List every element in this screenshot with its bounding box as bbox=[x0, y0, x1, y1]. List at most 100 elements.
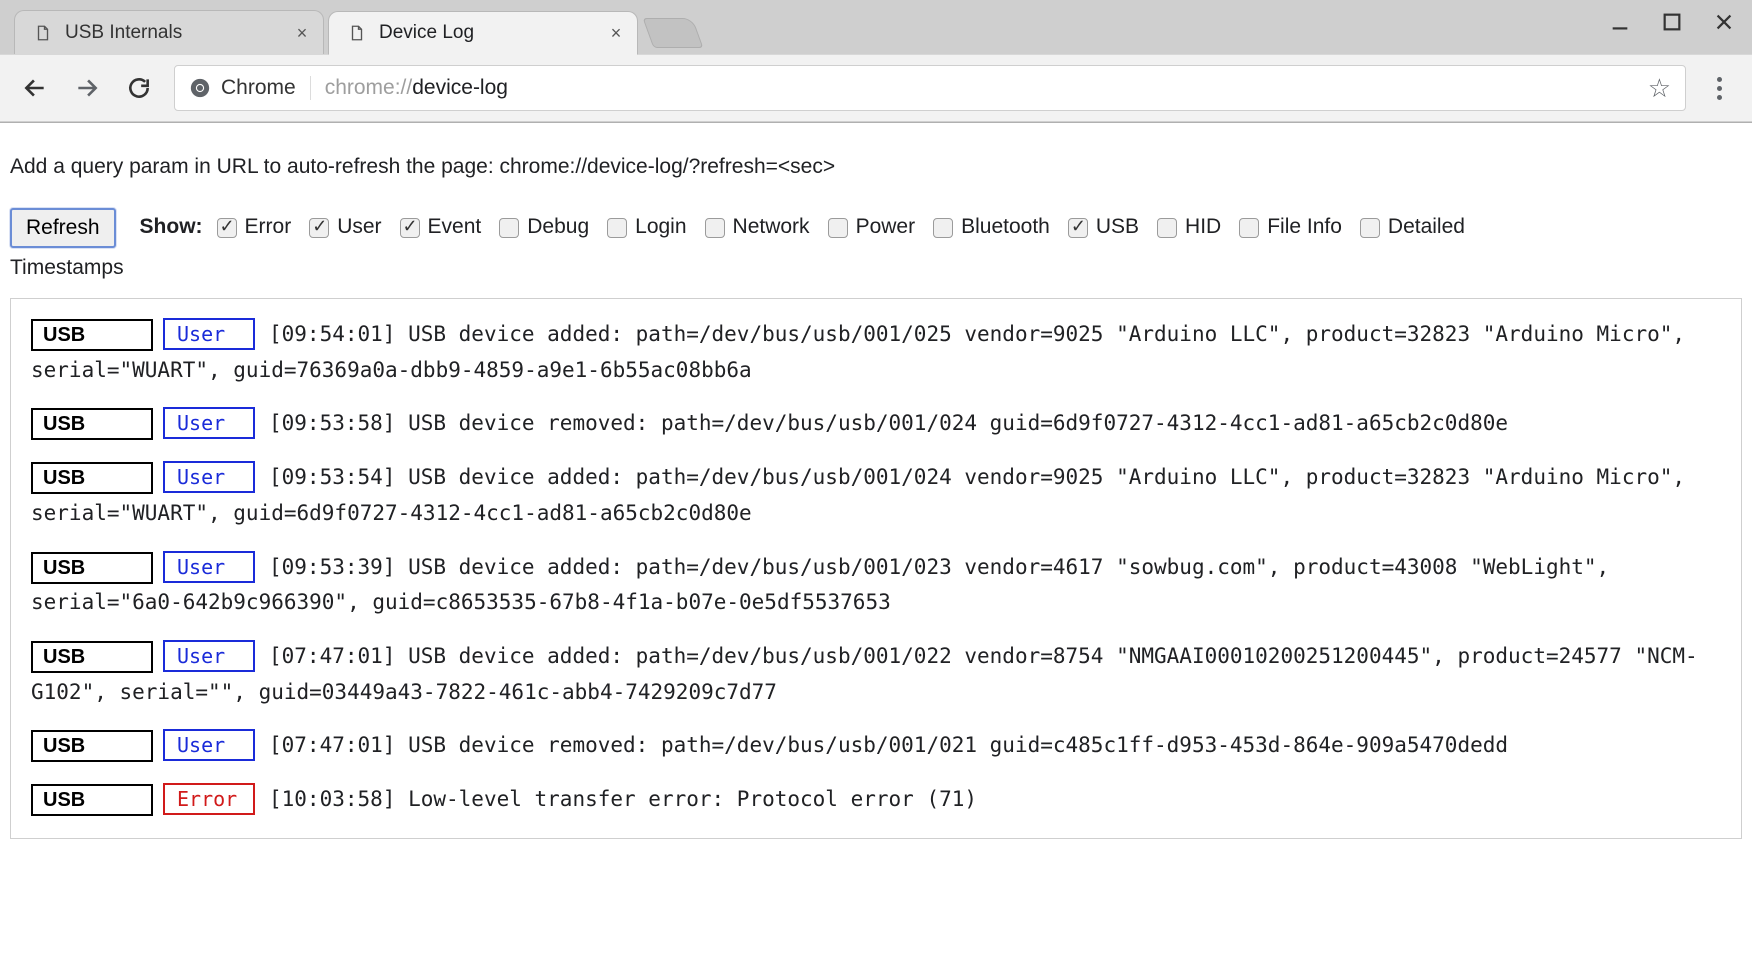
log-entry: USBUser[09:54:01] USB device added: path… bbox=[31, 317, 1721, 388]
chrome-icon bbox=[189, 77, 211, 99]
window-close-icon[interactable] bbox=[1710, 8, 1738, 36]
filter-label: USB bbox=[1096, 211, 1139, 244]
log-timestamp: [09:54:01] bbox=[269, 322, 395, 346]
filter-user[interactable]: User bbox=[309, 211, 381, 244]
log-type-badge: USB bbox=[31, 319, 153, 351]
filter-checkbox-login[interactable] bbox=[607, 218, 627, 238]
filter-login[interactable]: Login bbox=[607, 211, 686, 244]
log-type-badge: USB bbox=[31, 730, 153, 762]
filter-label: Event bbox=[428, 211, 482, 244]
refresh-button[interactable]: Refresh bbox=[10, 208, 116, 248]
new-tab-button[interactable] bbox=[643, 18, 704, 48]
filter-checkbox-fileinfo[interactable] bbox=[1239, 218, 1259, 238]
tab-close-icon[interactable]: × bbox=[293, 24, 311, 42]
filter-checkbox-hid[interactable] bbox=[1157, 218, 1177, 238]
filter-checkbox-user[interactable] bbox=[309, 218, 329, 238]
filter-label: Power bbox=[856, 211, 916, 244]
nav-forward-button[interactable] bbox=[70, 71, 104, 105]
filter-label: Network bbox=[733, 211, 810, 244]
log-timestamp: [09:53:39] bbox=[269, 555, 395, 579]
controls-row: Refresh Show: Error User Event Debug Login Ne… bbox=[10, 208, 1742, 248]
log-level-badge: User bbox=[163, 640, 255, 672]
tabstrip: USB Internals × Device Log × bbox=[0, 0, 1752, 54]
tab-close-icon[interactable]: × bbox=[607, 24, 625, 42]
log-entry: USB User [09:53:39] USB device added: path… bbox=[31, 550, 1721, 621]
browser-chrome: USB Internals×Device Log× C bbox=[0, 0, 1752, 123]
log-type-badge: USB bbox=[31, 462, 153, 494]
show-label: Show: bbox=[140, 211, 203, 244]
url-text: chrome://device-log bbox=[325, 76, 508, 100]
overflow-menu-button[interactable] bbox=[1704, 65, 1734, 111]
filter-label: Debug bbox=[527, 211, 589, 244]
log-level-badge: Error bbox=[163, 783, 255, 815]
log-entry: USBUser[09:53:54] USB device added: path… bbox=[31, 460, 1721, 531]
log-entries: USB User [09:54:01] USB device added: path… bbox=[10, 298, 1742, 839]
filter-checkbox-detailed[interactable] bbox=[1360, 218, 1380, 238]
filter-label: Login bbox=[635, 211, 686, 244]
filter-checkbox-power[interactable] bbox=[828, 218, 848, 238]
log-timestamp: [10:03:58] bbox=[269, 787, 395, 811]
filter-checkbox-error[interactable] bbox=[217, 218, 237, 238]
log-message: USB device removed: path=/dev/bus/usb/00… bbox=[395, 733, 1508, 757]
page-favicon-icon bbox=[33, 23, 53, 43]
log-entry: USB Error [10:03:58] Low-level transfer er… bbox=[31, 782, 1721, 818]
bookmark-star-icon[interactable]: ☆ bbox=[1648, 75, 1671, 101]
filter-detailed[interactable]: Detailed bbox=[1360, 211, 1465, 244]
filter-usb[interactable]: USB bbox=[1068, 211, 1139, 244]
window-minimize-icon[interactable] bbox=[1606, 8, 1634, 36]
toolbar: Chrome chrome://device-log ☆ bbox=[0, 54, 1752, 122]
filter-label: User bbox=[337, 211, 381, 244]
log-type-badge: USB bbox=[31, 408, 153, 440]
url-origin-label: Chrome bbox=[221, 76, 296, 100]
filter-debug[interactable]: Debug bbox=[499, 211, 589, 244]
log-timestamp: [07:47:01] bbox=[269, 733, 395, 757]
log-message: USB device removed: path=/dev/bus/usb/00… bbox=[395, 411, 1508, 435]
tab-usb-internals[interactable]: USB Internals × bbox=[14, 10, 324, 54]
filter-label: HID bbox=[1185, 211, 1221, 244]
filter-error[interactable]: Error bbox=[217, 211, 292, 244]
filter-power[interactable]: Power bbox=[828, 211, 916, 244]
window-controls bbox=[1606, 8, 1738, 36]
page-favicon-icon bbox=[347, 23, 367, 43]
log-type-badge: USB bbox=[31, 552, 153, 584]
log-timestamp: [07:47:01] bbox=[269, 644, 395, 668]
filter-fileinfo[interactable]: File Info bbox=[1239, 211, 1342, 244]
filter-checkbox-bluetooth[interactable] bbox=[933, 218, 953, 238]
filter-label: Bluetooth bbox=[961, 211, 1050, 244]
filter-label: File Info bbox=[1267, 211, 1342, 244]
log-type-badge: USB bbox=[31, 641, 153, 673]
window-maximize-icon[interactable] bbox=[1658, 8, 1686, 36]
tab-device-log[interactable]: Device Log × bbox=[328, 11, 638, 55]
filter-bluetooth[interactable]: Bluetooth bbox=[933, 211, 1050, 244]
filter-hid[interactable]: HID bbox=[1157, 211, 1221, 244]
log-timestamp: [09:53:58] bbox=[269, 411, 395, 435]
filter-event[interactable]: Event bbox=[400, 211, 482, 244]
detailed-timestamps-label: Timestamps bbox=[10, 252, 1742, 285]
log-timestamp: [09:53:54] bbox=[269, 465, 395, 489]
tab-title: USB Internals bbox=[65, 22, 283, 44]
page-content: Add a query param in URL to auto-refresh… bbox=[0, 123, 1752, 863]
filter-checkbox-network[interactable] bbox=[705, 218, 725, 238]
filter-network[interactable]: Network bbox=[705, 211, 810, 244]
log-level-badge: User bbox=[163, 729, 255, 761]
nav-reload-button[interactable] bbox=[122, 71, 156, 105]
filter-checkbox-debug[interactable] bbox=[499, 218, 519, 238]
log-entry: USB User [07:47:01] USB device removed: pa… bbox=[31, 728, 1721, 764]
log-level-badge: User bbox=[163, 551, 255, 583]
log-level-badge: User bbox=[163, 318, 255, 350]
log-level-badge: User bbox=[163, 407, 255, 439]
nav-back-button[interactable] bbox=[18, 71, 52, 105]
omnibox[interactable]: Chrome chrome://device-log ☆ bbox=[174, 65, 1686, 111]
tab-title: Device Log bbox=[379, 22, 597, 44]
log-type-badge: USB bbox=[31, 784, 153, 816]
log-entry: USBUser[07:47:01] USB device added: path… bbox=[31, 639, 1721, 710]
filter-checkbox-usb[interactable] bbox=[1068, 218, 1088, 238]
filter-label: Detailed bbox=[1388, 211, 1465, 244]
auto-refresh-hint: Add a query param in URL to auto-refresh… bbox=[10, 151, 1742, 184]
log-message: Low-level transfer error: Protocol error… bbox=[395, 787, 977, 811]
filter-checkbox-event[interactable] bbox=[400, 218, 420, 238]
log-level-badge: User bbox=[163, 461, 255, 493]
url-origin-badge: Chrome bbox=[189, 76, 311, 100]
log-message: USB device added: path=/dev/bus/usb/001/… bbox=[31, 555, 1609, 615]
log-entry: USB User [09:53:58] USB device removed: pa… bbox=[31, 406, 1721, 442]
